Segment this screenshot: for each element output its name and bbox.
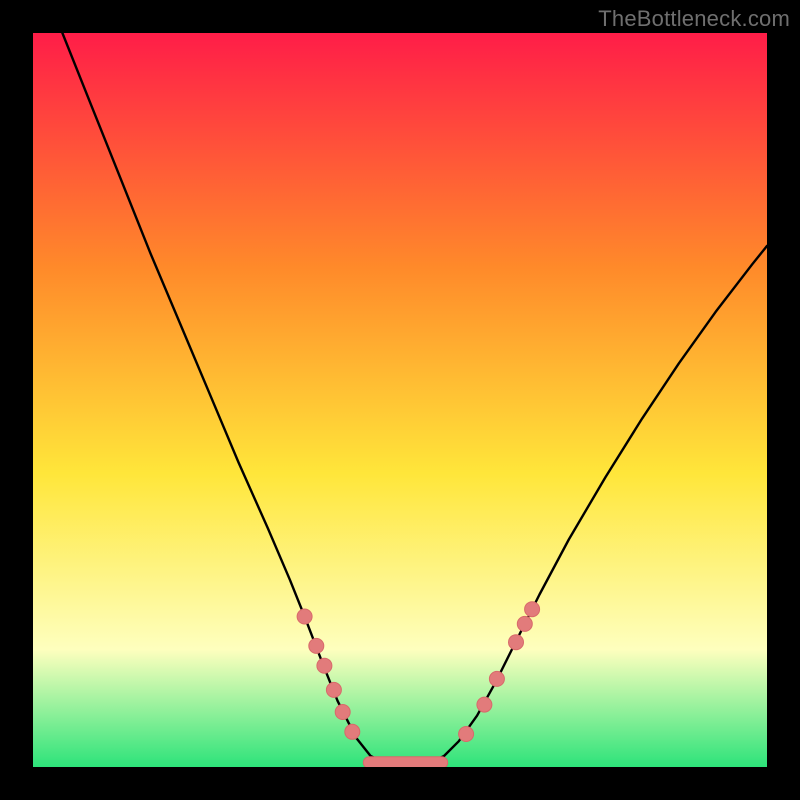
bottleneck-curve-chart <box>33 33 767 767</box>
curve-marker-dot <box>326 682 341 697</box>
curve-marker-dot <box>509 635 524 650</box>
bottom-marker-bar <box>363 757 447 767</box>
curve-marker-dot <box>297 609 312 624</box>
curve-marker-dot <box>517 616 532 631</box>
curve-marker-dot <box>309 638 324 653</box>
curve-marker-dot <box>489 671 504 686</box>
plot-area <box>33 33 767 767</box>
curve-marker-dot <box>345 724 360 739</box>
curve-marker-dot <box>317 658 332 673</box>
gradient-background <box>33 33 767 767</box>
curve-marker-dot <box>335 705 350 720</box>
watermark-text: TheBottleneck.com <box>598 6 790 32</box>
curve-marker-dot <box>459 727 474 742</box>
chart-stage: TheBottleneck.com <box>0 0 800 800</box>
curve-marker-dot <box>477 697 492 712</box>
curve-marker-dot <box>525 602 540 617</box>
